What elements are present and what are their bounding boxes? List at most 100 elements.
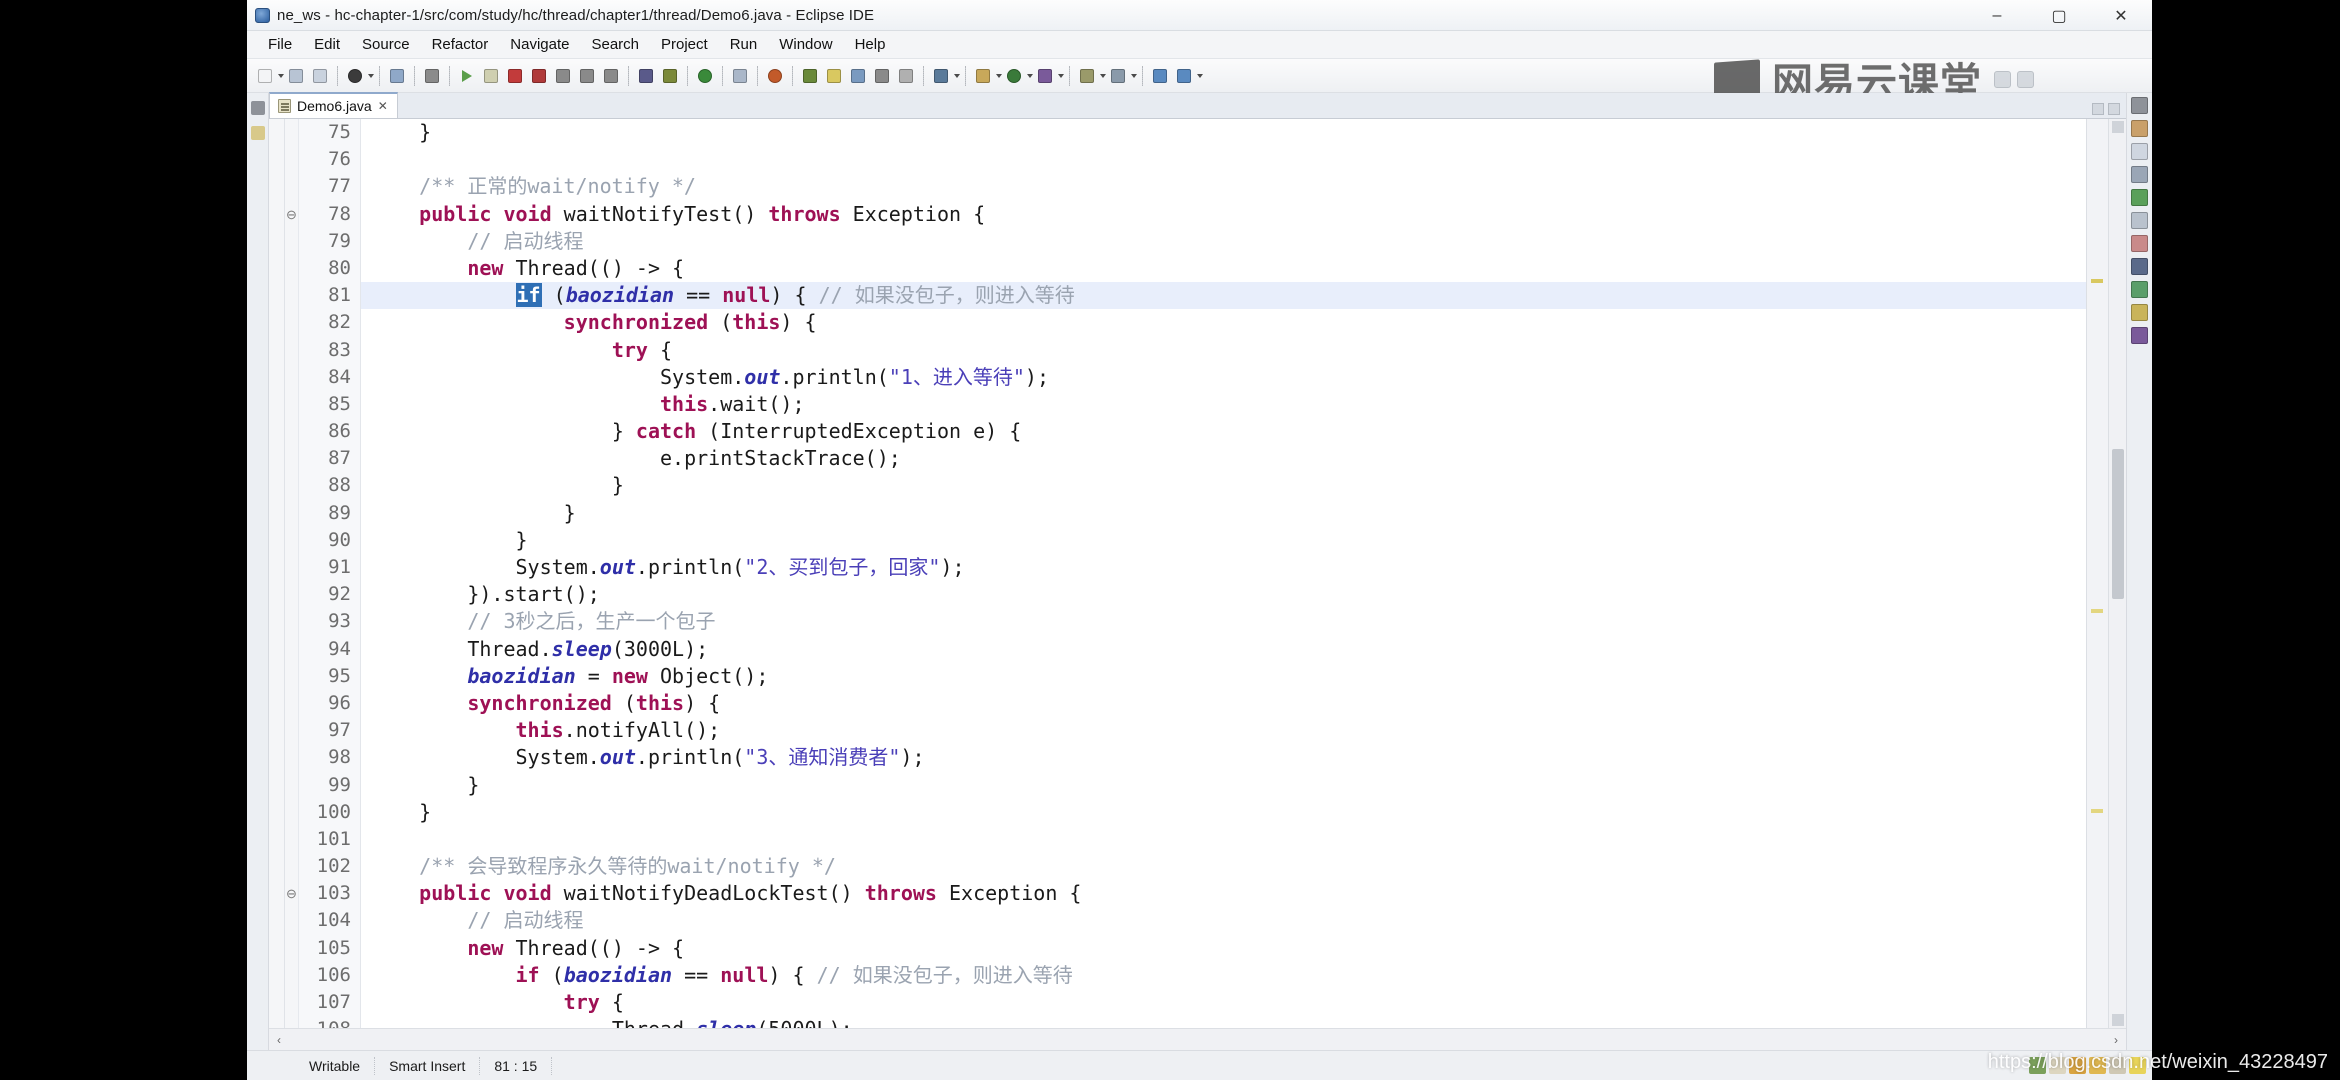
code-line[interactable] xyxy=(361,146,2086,173)
forward-icon[interactable] xyxy=(871,65,893,87)
code-line[interactable]: } xyxy=(361,799,2086,826)
vertical-scroll-thumb[interactable] xyxy=(2112,449,2124,599)
undo-icon[interactable] xyxy=(1149,65,1171,87)
progress-view-icon[interactable] xyxy=(2131,281,2148,298)
step-over-icon[interactable] xyxy=(576,65,598,87)
resume-icon[interactable] xyxy=(480,65,502,87)
close-button[interactable]: ✕ xyxy=(2090,0,2152,31)
back-icon[interactable] xyxy=(847,65,869,87)
chevron-down-icon[interactable] xyxy=(954,73,960,78)
perspective-icon[interactable] xyxy=(930,65,952,87)
vertical-scrollbar[interactable] xyxy=(2108,119,2126,1028)
code-line[interactable]: } xyxy=(361,772,2086,799)
redo-icon[interactable] xyxy=(1173,65,1195,87)
debug-perspective-icon[interactable] xyxy=(1003,65,1025,87)
code-line[interactable]: new Thread(() -> { xyxy=(361,255,2086,282)
save-icon[interactable] xyxy=(285,65,307,87)
restore-perspective-icon[interactable] xyxy=(250,101,265,115)
chevron-down-icon[interactable] xyxy=(278,73,284,78)
minimize-editor-icon[interactable] xyxy=(2092,103,2104,115)
run-icon[interactable] xyxy=(456,65,478,87)
java-perspective-icon[interactable] xyxy=(2131,120,2148,137)
java-perspective-icon[interactable] xyxy=(972,65,994,87)
code-line[interactable]: } xyxy=(361,527,2086,554)
code-line[interactable]: synchronized (this) { xyxy=(361,690,2086,717)
code-line[interactable]: // 启动线程 xyxy=(361,907,2086,934)
scroll-left-icon[interactable]: ‹ xyxy=(269,1033,289,1047)
code-lines[interactable]: } /** 正常的wait/notify */ public void wait… xyxy=(361,119,2086,1028)
menu-file[interactable]: File xyxy=(257,34,303,55)
code-line[interactable]: }).start(); xyxy=(361,581,2086,608)
refresh-icon[interactable] xyxy=(764,65,786,87)
code-line[interactable]: System.out.println("2、买到包子，回家"); xyxy=(361,554,2086,581)
menu-help[interactable]: Help xyxy=(844,34,897,55)
menu-project[interactable]: Project xyxy=(650,34,719,55)
code-line[interactable]: this.notifyAll(); xyxy=(361,717,2086,744)
tab-demo6-java[interactable]: Demo6.java ✕ xyxy=(269,92,398,118)
code-line[interactable]: /** 会导致程序永久等待的wait/notify */ xyxy=(361,853,2086,880)
menu-refactor[interactable]: Refactor xyxy=(421,34,500,55)
next-annotation-icon[interactable] xyxy=(799,65,821,87)
code-line[interactable]: } catch (InterruptedException e) { xyxy=(361,418,2086,445)
code-line[interactable]: synchronized (this) { xyxy=(361,309,2086,336)
code-line[interactable]: /** 正常的wait/notify */ xyxy=(361,173,2086,200)
new-file-icon[interactable] xyxy=(254,65,276,87)
folding-ruler[interactable]: ⊖ ⊖ xyxy=(285,119,299,1028)
outline-view-icon[interactable] xyxy=(2131,212,2148,229)
debug-view-icon[interactable] xyxy=(2131,327,2148,344)
menu-navigate[interactable]: Navigate xyxy=(499,34,580,55)
link-icon[interactable] xyxy=(421,65,443,87)
terminal-view-icon[interactable] xyxy=(2131,258,2148,275)
code-line[interactable]: try { xyxy=(361,337,2086,364)
profile-icon[interactable] xyxy=(1034,65,1056,87)
chevron-down-icon[interactable] xyxy=(368,73,374,78)
horizontal-scrollbar[interactable]: ‹ › xyxy=(269,1028,2126,1050)
code-line[interactable]: this.wait(); xyxy=(361,391,2086,418)
scroll-down-icon[interactable] xyxy=(2112,1014,2124,1026)
fold-toggle-icon[interactable]: ⊖ xyxy=(285,201,298,228)
maximize-button[interactable]: ▢ xyxy=(2028,0,2090,31)
code-line[interactable]: try { xyxy=(361,989,2086,1016)
code-line[interactable]: new Thread(() -> { xyxy=(361,935,2086,962)
menu-run[interactable]: Run xyxy=(719,34,769,55)
code-line[interactable]: } xyxy=(361,500,2086,527)
open-resource-icon[interactable] xyxy=(729,65,751,87)
code-line[interactable]: } xyxy=(361,119,2086,146)
chevron-down-icon[interactable] xyxy=(1197,73,1203,78)
scroll-right-icon[interactable]: › xyxy=(2106,1033,2126,1047)
search-view-icon[interactable] xyxy=(2131,304,2148,321)
code-line[interactable]: System.out.println("1、进入等待"); xyxy=(361,364,2086,391)
toggle-mark-icon[interactable] xyxy=(895,65,917,87)
previous-annotation-icon[interactable] xyxy=(823,65,845,87)
code-line[interactable]: e.printStackTrace(); xyxy=(361,445,2086,472)
code-line[interactable]: // 启动线程 xyxy=(361,228,2086,255)
code-line[interactable]: Thread.sleep(5000L); xyxy=(361,1016,2086,1028)
menu-edit[interactable]: Edit xyxy=(303,34,351,55)
terminate-icon[interactable] xyxy=(504,65,526,87)
maximize-editor-icon[interactable] xyxy=(2108,103,2120,115)
restore-icon[interactable] xyxy=(2131,97,2148,114)
menu-window[interactable]: Window xyxy=(768,34,843,55)
code-line[interactable]: if (baozidian == null) { // 如果没包子，则进入等待 xyxy=(361,282,2086,310)
chevron-down-icon[interactable] xyxy=(1100,73,1106,78)
close-icon[interactable]: ✕ xyxy=(378,99,388,113)
code-line[interactable]: public void waitNotifyTest() throws Exce… xyxy=(361,201,2086,228)
step-return-icon[interactable] xyxy=(600,65,622,87)
code-line[interactable]: } xyxy=(361,472,2086,499)
debug-icon[interactable] xyxy=(344,65,366,87)
fold-toggle-icon[interactable]: ⊖ xyxy=(285,880,298,907)
chevron-down-icon[interactable] xyxy=(1027,73,1033,78)
servers-view-icon[interactable] xyxy=(2131,189,2148,206)
package-explorer-icon[interactable] xyxy=(250,126,265,140)
menu-search[interactable]: Search xyxy=(580,34,650,55)
code-line[interactable]: if (baozidian == null) { // 如果没包子，则进入等待 xyxy=(361,962,2086,989)
chevron-down-icon[interactable] xyxy=(1131,73,1137,78)
menu-source[interactable]: Source xyxy=(351,34,421,55)
new-java-class-icon[interactable] xyxy=(386,65,408,87)
code-line[interactable]: // 3秒之后，生产一个包子 xyxy=(361,608,2086,635)
minimize-button[interactable]: – xyxy=(1966,0,2028,31)
search-icon[interactable] xyxy=(659,65,681,87)
problems-view-icon[interactable] xyxy=(2131,235,2148,252)
console-view-icon[interactable] xyxy=(2131,143,2148,160)
chevron-down-icon[interactable] xyxy=(996,73,1002,78)
